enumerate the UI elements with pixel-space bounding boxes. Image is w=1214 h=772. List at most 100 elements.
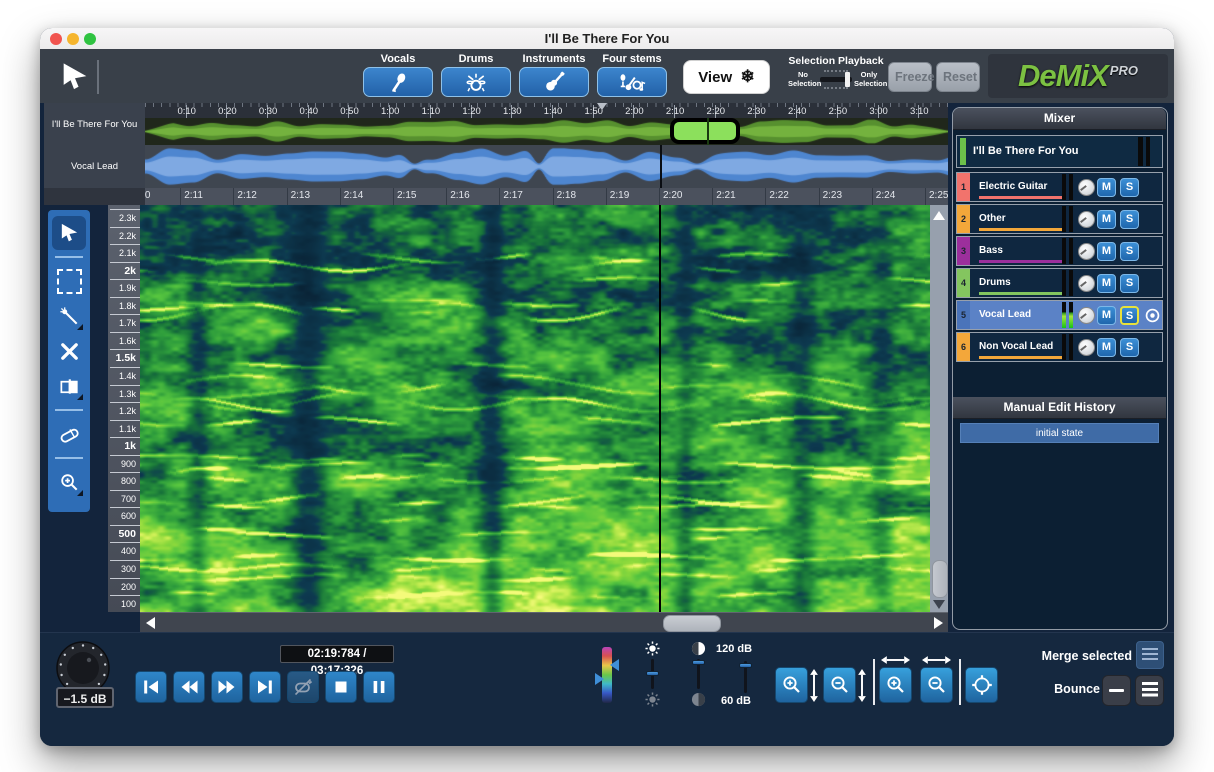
colormap-handle-upper[interactable] <box>610 659 619 671</box>
reset-button[interactable]: Reset <box>936 62 980 92</box>
solo-button[interactable]: S <box>1120 306 1139 325</box>
mute-button[interactable]: M <box>1097 178 1116 197</box>
mixer-track-row[interactable]: 2OtherMS <box>956 204 1163 234</box>
skip-end-button[interactable] <box>249 671 281 703</box>
stem-button-drums[interactable] <box>441 67 511 97</box>
ruler-tick-label: 0:30 <box>253 106 283 117</box>
rewind-button[interactable] <box>173 671 205 703</box>
vertical-scrollbar[interactable] <box>930 205 948 612</box>
stem-button-vocals[interactable] <box>363 67 433 97</box>
tool-zoom[interactable] <box>52 465 86 499</box>
history-item[interactable]: initial state <box>960 423 1159 443</box>
titlebar: I'll Be There For You <box>40 28 1174 50</box>
skip-start-button[interactable] <box>135 671 167 703</box>
mixer-track-row[interactable]: 4DrumsMS <box>956 268 1163 298</box>
overview-ruler[interactable]: 0:100:200:300:400:501:001:101:201:301:40… <box>145 103 948 118</box>
tool-palette <box>48 210 90 512</box>
solo-button[interactable]: S <box>1120 274 1139 293</box>
track-volume-knob[interactable] <box>1078 211 1095 228</box>
level-meter <box>1062 238 1073 264</box>
playhead-marker-icon[interactable] <box>597 103 607 110</box>
horizontal-scrollbar[interactable] <box>140 612 948 633</box>
mixer-track-row[interactable]: 3BassMS <box>956 236 1163 266</box>
ruler-tick-label: 2:10 <box>660 106 690 117</box>
brightness-handle[interactable] <box>646 671 659 676</box>
ruler-tick-label: 2:11 <box>184 190 203 201</box>
stem-button-four-stems[interactable] <box>597 67 667 97</box>
mixer-master-row[interactable]: I'll Be There For You <box>956 135 1163 168</box>
mute-button[interactable]: M <box>1097 306 1116 325</box>
view-button[interactable]: View ❄ <box>683 60 770 94</box>
ruler-tick-label: 1:30 <box>497 106 527 117</box>
freeze-button[interactable]: Freeze <box>888 62 932 92</box>
zoom-in-vertical-button[interactable] <box>775 667 808 703</box>
track-volume-knob[interactable] <box>1078 275 1095 292</box>
ruler-tick: 2:22 <box>765 188 766 205</box>
spectrogram-canvas[interactable] <box>140 205 930 612</box>
solo-button[interactable]: S <box>1120 242 1139 261</box>
tool-clone[interactable] <box>52 369 86 403</box>
scroll-right-button[interactable] <box>930 613 946 633</box>
bounce-single-button[interactable] <box>1102 675 1131 706</box>
mute-button[interactable]: M <box>1097 274 1116 293</box>
colormap-handle-lower[interactable] <box>595 673 604 685</box>
stem-button-instruments[interactable] <box>519 67 589 97</box>
ruler-tick: 2:00 <box>633 105 634 118</box>
tool-delete[interactable] <box>52 334 86 368</box>
scroll-left-button[interactable] <box>142 613 158 633</box>
ruler-tick: 1:30 <box>511 105 512 118</box>
tool-pointer[interactable] <box>52 216 86 250</box>
record-target-icon[interactable] <box>1144 307 1161 324</box>
frequency-label: 800 <box>121 476 136 486</box>
microphone-icon <box>387 81 409 96</box>
ruler-tick: 0:20 <box>226 105 227 118</box>
mixer-track-row[interactable]: 5Vocal LeadMS <box>956 300 1163 330</box>
zoom-out-horizontal-button[interactable] <box>920 667 953 703</box>
solo-button[interactable]: S <box>1120 338 1139 357</box>
ruler-tick: 2:10 <box>674 105 675 118</box>
overview-waveform-row[interactable] <box>145 118 948 145</box>
contrast-handle[interactable] <box>692 660 705 665</box>
selection-playback-slider[interactable] <box>820 77 852 82</box>
zoom-ruler[interactable]: 2:102:112:122:132:142:152:162:172:182:19… <box>145 188 948 206</box>
track-volume-knob[interactable] <box>1078 243 1095 260</box>
delete-icon <box>58 340 81 363</box>
ruler-tick-label: 1:10 <box>416 106 446 117</box>
bounce-all-button[interactable] <box>1135 675 1164 706</box>
ruler-tick-label: 2:15 <box>397 190 416 201</box>
mute-button[interactable]: M <box>1097 242 1116 261</box>
db-range-handle[interactable] <box>739 663 752 668</box>
mixer-track-row[interactable]: 1Electric GuitarMS <box>956 172 1163 202</box>
vocal-waveform-row[interactable] <box>145 145 948 189</box>
vocal-waveform[interactable] <box>145 145 948 188</box>
stop-button[interactable] <box>325 671 357 703</box>
tool-wand[interactable] <box>52 299 86 333</box>
vertical-scroll-thumb[interactable] <box>932 560 948 598</box>
mute-button[interactable]: M <box>1097 210 1116 229</box>
tool-eraser[interactable] <box>52 417 86 451</box>
solo-button[interactable]: S <box>1120 210 1139 229</box>
selection-playback-handle[interactable] <box>845 72 850 87</box>
zoom-out-vertical-button[interactable] <box>823 667 856 703</box>
solo-button[interactable]: S <box>1120 178 1139 197</box>
snowflake-icon: ❄ <box>741 67 755 87</box>
scroll-down-button[interactable] <box>930 596 948 612</box>
mute-button[interactable]: M <box>1097 338 1116 357</box>
zoom-in-horizontal-button[interactable] <box>879 667 912 703</box>
track-volume-knob[interactable] <box>1078 179 1095 196</box>
pause-button[interactable] <box>363 671 395 703</box>
loop-button[interactable] <box>287 671 319 703</box>
merge-selected-button[interactable] <box>1136 641 1164 669</box>
tool-marquee[interactable] <box>52 264 86 298</box>
horizontal-scroll-thumb[interactable] <box>663 615 721 632</box>
frequency-axis: 2.3k2.2k2.1k2k1.9k1.8k1.7k1.6k1.5k1.4k1.… <box>108 205 140 612</box>
track-volume-knob[interactable] <box>1078 307 1095 324</box>
overview-waveform[interactable] <box>145 118 948 145</box>
track-volume-knob[interactable] <box>1078 339 1095 356</box>
fast-forward-button[interactable] <box>211 671 243 703</box>
selection-region[interactable] <box>670 118 740 144</box>
ruler-tick: 2:18 <box>553 188 554 205</box>
submenu-corner-icon <box>77 324 83 330</box>
scroll-up-button[interactable] <box>930 207 948 223</box>
mixer-track-row[interactable]: 6Non Vocal LeadMS <box>956 332 1163 362</box>
